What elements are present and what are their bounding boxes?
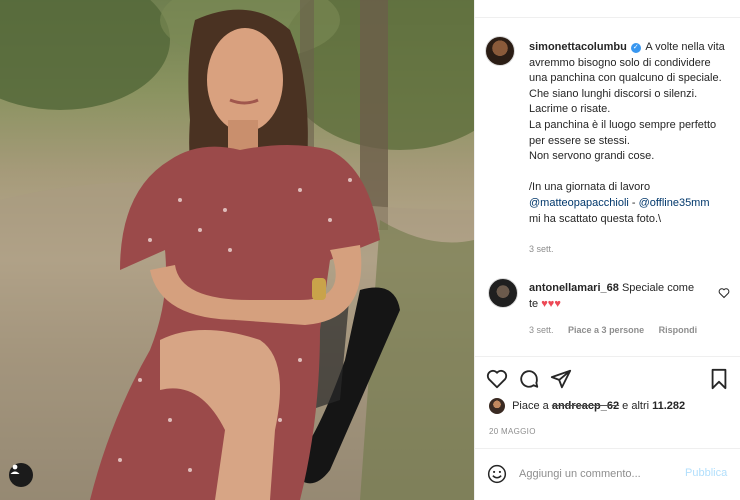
user-tag-button[interactable] bbox=[9, 463, 33, 487]
reply-button[interactable]: Rispondi bbox=[659, 325, 698, 335]
comment-input[interactable] bbox=[519, 464, 669, 484]
caption-line bbox=[529, 165, 739, 181]
caption-text: simonettacolumbu ✓ A volte nella vita av… bbox=[529, 40, 739, 227]
add-comment-bar: Pubblica bbox=[475, 448, 740, 500]
heart-emoji: ♥♥♥ bbox=[541, 297, 561, 310]
comment-body: Speciale come bbox=[621, 282, 695, 294]
photo-illustration bbox=[0, 0, 474, 500]
comment-icon[interactable] bbox=[518, 368, 540, 390]
likes-user[interactable]: andreacp_62 bbox=[552, 400, 619, 412]
caption-line: A volte nella vita bbox=[645, 41, 725, 53]
caption-timestamp[interactable]: 3 sett. bbox=[529, 244, 554, 254]
caption-line: Che siano lunghi discorsi o silenzi. bbox=[529, 87, 698, 100]
avatar[interactable] bbox=[485, 36, 515, 66]
post-photo[interactable] bbox=[0, 0, 474, 500]
caption-line: avremmo bisogno solo di condividere bbox=[529, 56, 711, 69]
likes-prefix: Piace a bbox=[512, 399, 549, 412]
post-date[interactable]: 20 MAGGIO bbox=[489, 427, 536, 436]
comment-body: te bbox=[529, 297, 539, 310]
caption-line: La panchina è il luogo sempre perfetto bbox=[529, 118, 717, 131]
caption-line: Lacrime o risate. bbox=[529, 103, 611, 116]
smile-icon[interactable] bbox=[487, 464, 507, 484]
heart-icon[interactable] bbox=[486, 368, 508, 390]
likes-suffix: e altri bbox=[622, 399, 650, 412]
mention-separator: - bbox=[628, 196, 639, 209]
comment-username[interactable]: antonellamari_68 bbox=[529, 282, 619, 294]
publish-button[interactable]: Pubblica bbox=[685, 467, 727, 479]
bookmark-icon[interactable] bbox=[708, 368, 730, 390]
likes-count[interactable]: 11.282 bbox=[652, 400, 685, 412]
caption-username[interactable]: simonettacolumbu bbox=[529, 41, 627, 53]
mention-link[interactable]: @offline35mm bbox=[639, 197, 710, 209]
mention-link[interactable]: @matteopapacchioli bbox=[529, 197, 629, 209]
post-side-panel: simonettacolumbu ✓ A volte nella vita av… bbox=[474, 0, 740, 500]
header-divider bbox=[475, 0, 740, 18]
comment-like-heart-icon[interactable] bbox=[718, 287, 730, 299]
caption-line: una panchina con qualcuno di speciale. bbox=[529, 72, 722, 85]
comment-meta: 3 sett. Piace a 3 persone Rispondi bbox=[529, 325, 709, 335]
comment-likes[interactable]: Piace a 3 persone bbox=[568, 325, 644, 335]
action-bar bbox=[475, 356, 740, 396]
caption-line: mi ha scattato questa foto.\ bbox=[529, 212, 662, 225]
caption-line: /In una giornata di lavoro bbox=[529, 181, 651, 194]
avatar[interactable] bbox=[488, 278, 518, 308]
verified-badge-icon: ✓ bbox=[630, 43, 641, 53]
share-icon[interactable] bbox=[550, 368, 572, 390]
user-tag-icon bbox=[10, 464, 20, 474]
comment-timestamp[interactable]: 3 sett. bbox=[529, 325, 554, 335]
likes-summary: Piace a andreacp_62 e altri 11.282 bbox=[489, 398, 685, 414]
avatar[interactable] bbox=[489, 398, 505, 414]
caption-line: per essere se stessi. bbox=[529, 134, 630, 147]
comment-text: antonellamari_68 Speciale come te ♥♥♥ bbox=[529, 281, 709, 312]
caption-line: Non servono grandi cose. bbox=[529, 150, 655, 163]
